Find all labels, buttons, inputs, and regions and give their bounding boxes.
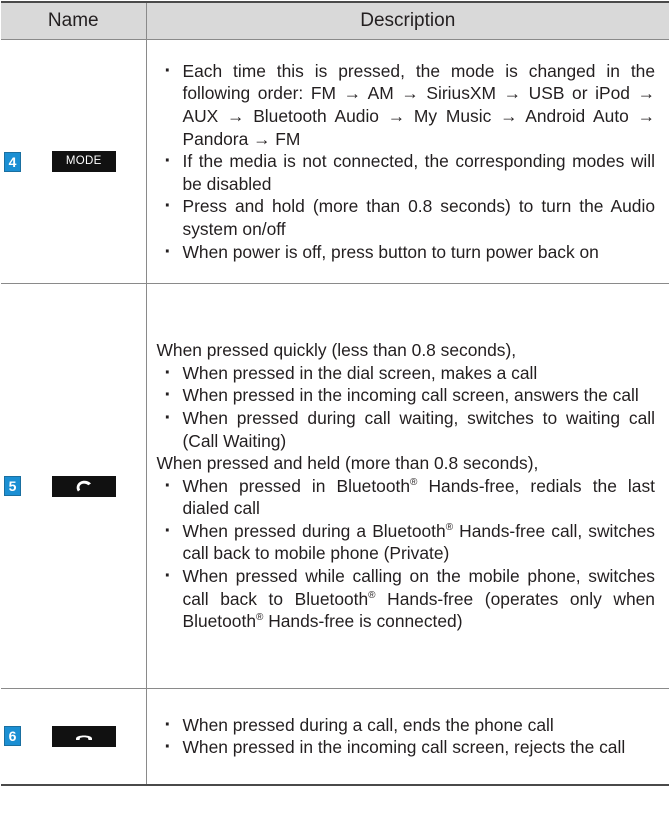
list-item: When pressed during a Bluetooth® Hands-f… [157, 520, 655, 565]
row-number-badge: 4 [4, 151, 21, 172]
list-item: When pressed during call waiting, switch… [157, 407, 655, 452]
list-item: When pressed in the dial screen, makes a… [157, 362, 656, 385]
quick-press-intro: When pressed quickly (less than 0.8 seco… [156, 340, 517, 361]
table-row: 4 MODE Each time this is pressed, the mo… [1, 39, 669, 284]
list-item: Press and hold (more than 0.8 seconds) t… [157, 195, 655, 240]
list-item: When pressed while calling on the mobile… [157, 565, 655, 633]
name-column-header: Name [1, 1, 147, 40]
call-answer-button [51, 475, 116, 497]
list-item: When pressed in Bluetooth® Hands-free, r… [157, 475, 655, 520]
call-end-button [51, 725, 116, 747]
mode-button: MODE [51, 151, 116, 172]
button-cell: MODE [22, 39, 147, 284]
description-cell: When pressed quickly (less than 0.8 seco… [146, 283, 669, 689]
hold-press-list: When pressed in Bluetooth® Hands-free, r… [157, 475, 655, 633]
list-item: When power is off, press button to turn … [157, 241, 656, 264]
list-item: If the media is not connected, the corre… [157, 150, 655, 195]
description-cell: When pressed during a call, ends the pho… [146, 688, 669, 786]
call-end-icon [75, 735, 92, 740]
table-row: 5 When pressed quickly (less than 0.8 se… [1, 283, 669, 689]
row-number-badge: 5 [4, 476, 21, 496]
description-column-header: Description [146, 1, 669, 40]
table-row: 6 When pressed during a call, ends the p… [1, 688, 669, 786]
row-number-cell: 6 [1, 688, 22, 786]
list-item: When pressed in the incoming call screen… [157, 384, 656, 407]
list-item: When pressed in the incoming call screen… [157, 736, 656, 759]
button-cell [22, 688, 147, 786]
hold-press-intro: When pressed and held (more than 0.8 sec… [156, 453, 539, 474]
table-header-row: Name Description [1, 1, 669, 40]
description-list: When pressed during a call, ends the pho… [157, 714, 656, 759]
call-answer-icon [76, 480, 91, 491]
description-list: Each time this is pressed, the mode is c… [157, 60, 656, 264]
list-item: When pressed during a call, ends the pho… [157, 714, 656, 737]
list-item: Each time this is pressed, the mode is c… [157, 60, 655, 150]
row-number-cell: 5 [1, 283, 22, 689]
button-description-table: Name Description 4 MODE Each time this i… [1, 1, 669, 786]
quick-press-list: When pressed in the dial screen, makes a… [157, 362, 656, 452]
row-number-badge: 6 [4, 726, 21, 747]
row-number-cell: 4 [1, 39, 22, 284]
description-cell: Each time this is pressed, the mode is c… [146, 39, 669, 284]
button-cell [22, 283, 147, 689]
